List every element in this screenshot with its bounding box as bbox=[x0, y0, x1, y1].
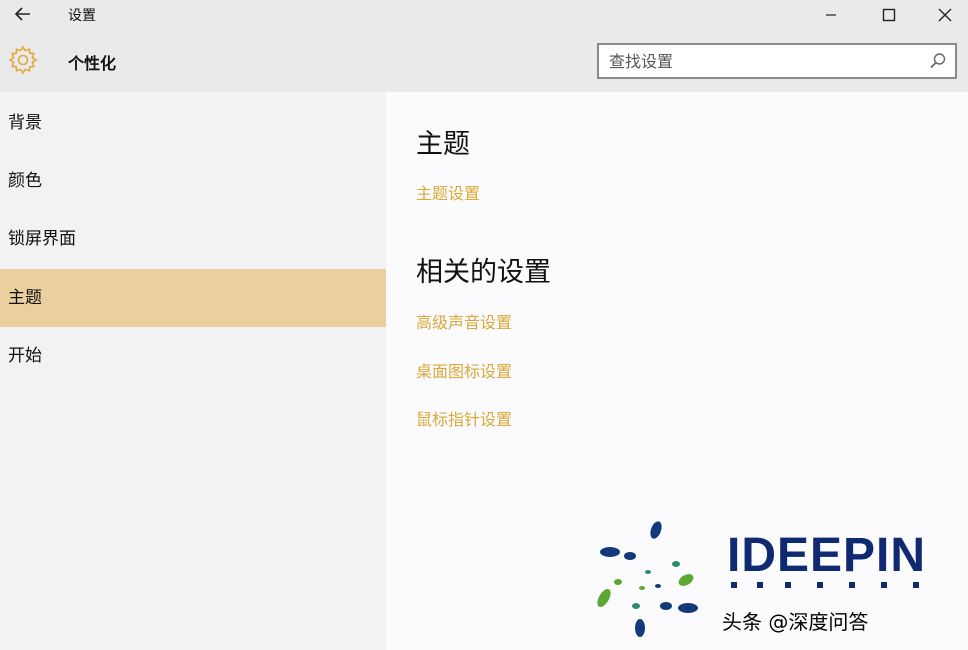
search-box[interactable] bbox=[597, 43, 957, 79]
search-input[interactable] bbox=[609, 45, 919, 77]
maximize-button[interactable] bbox=[866, 0, 912, 30]
watermark-logo-icon bbox=[597, 521, 698, 637]
back-arrow-icon bbox=[14, 7, 30, 21]
minimize-icon bbox=[826, 14, 836, 16]
watermark-caption: 头条 @深度问答 bbox=[722, 610, 869, 634]
sidebar-nav: 背景 颜色 锁屏界面 主题 开始 bbox=[0, 92, 386, 650]
advanced-sound-settings-link[interactable]: 高级声音设置 bbox=[416, 309, 512, 333]
close-icon bbox=[938, 8, 952, 22]
sidebar-item-background[interactable]: 背景 bbox=[0, 94, 386, 152]
maximize-icon bbox=[882, 8, 896, 22]
mouse-pointer-settings-link[interactable]: 鼠标指针设置 bbox=[416, 406, 512, 430]
sidebar-item-lock-screen[interactable]: 锁屏界面 bbox=[0, 210, 386, 268]
back-button[interactable] bbox=[8, 3, 38, 25]
themes-heading: 主题 bbox=[416, 129, 470, 160]
app-title: 设置 bbox=[68, 8, 96, 24]
sidebar-item-colors[interactable]: 颜色 bbox=[0, 152, 386, 210]
minimize-button[interactable] bbox=[808, 0, 854, 30]
watermark-brand: IDEEPIN bbox=[727, 529, 927, 582]
settings-header: 个性化 bbox=[0, 30, 968, 92]
desktop-icon-settings-link[interactable]: 桌面图标设置 bbox=[416, 358, 512, 382]
title-bar: 设置 bbox=[0, 0, 968, 30]
theme-settings-link[interactable]: 主题设置 bbox=[416, 180, 480, 204]
search-icon[interactable] bbox=[929, 52, 947, 70]
close-button[interactable] bbox=[922, 0, 968, 30]
gear-icon bbox=[8, 45, 38, 75]
related-settings-heading: 相关的设置 bbox=[416, 257, 551, 288]
sidebar-item-start[interactable]: 开始 bbox=[0, 327, 386, 385]
watermark-underline-icon bbox=[731, 582, 919, 588]
page-title: 个性化 bbox=[68, 54, 117, 73]
sidebar-item-themes[interactable]: 主题 bbox=[0, 269, 386, 327]
